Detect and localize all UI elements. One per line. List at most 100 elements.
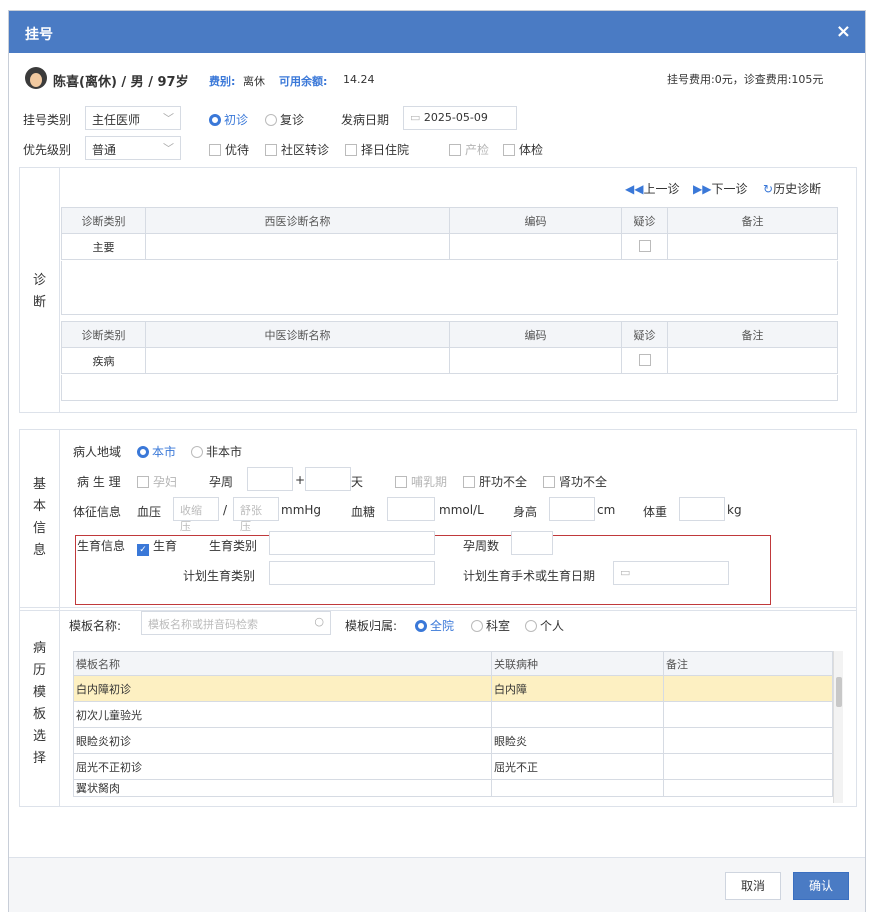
- template-search-input[interactable]: 模板名称或拼音码检索 ○: [141, 611, 331, 635]
- table-row[interactable]: 主要: [61, 233, 838, 260]
- weight-input[interactable]: [679, 497, 725, 521]
- region-other-radio[interactable]: 非本市: [191, 443, 242, 460]
- gest-day-input[interactable]: [305, 467, 351, 491]
- double-left-arrow-icon: ◀◀: [625, 182, 644, 196]
- prenatal-option-label: 产检: [465, 143, 490, 157]
- gest-week-input[interactable]: [247, 467, 293, 491]
- prev-diagnosis-button[interactable]: ◀◀上一诊: [625, 180, 679, 197]
- note-cell[interactable]: [667, 233, 838, 260]
- table-row[interactable]: 翼状胬肉: [73, 779, 833, 797]
- diagnosis-code-cell[interactable]: [449, 233, 622, 260]
- region-local-radio[interactable]: 本市: [137, 443, 176, 460]
- bp-unit: mmHg: [281, 503, 322, 517]
- registration-dialog: 挂号 × 陈喜(离休) / 男 / 97岁 费别: 离休 可用余额: 14.24…: [8, 10, 866, 912]
- chevron-down-icon: ﹀: [163, 112, 174, 125]
- diagnosis-side: 诊断: [20, 168, 60, 412]
- table-header: 模板名称 关联病种 备注: [73, 651, 833, 676]
- column-header: 诊断类别: [61, 207, 146, 234]
- column-header: 关联病种: [491, 651, 664, 676]
- radio-icon: [471, 620, 483, 632]
- template-search-placeholder: 模板名称或拼音码检索: [148, 618, 258, 631]
- physical-checkbox[interactable]: 体检: [503, 141, 543, 158]
- prenatal-checkbox[interactable]: 产检: [449, 141, 489, 158]
- scrollbar-thumb[interactable]: [836, 677, 842, 707]
- fertility-type-input[interactable]: [269, 531, 435, 555]
- checkbox-icon[interactable]: [638, 354, 651, 366]
- first-visit-radio[interactable]: 初诊: [209, 111, 248, 128]
- prev-diagnosis-label: 上一诊: [643, 182, 680, 196]
- glucose-label: 血糖: [351, 505, 376, 519]
- pregnant-checkbox[interactable]: 孕妇: [137, 473, 177, 490]
- owner-dept-radio[interactable]: 科室: [471, 617, 510, 634]
- template-owner-label: 模板归属:: [345, 619, 398, 633]
- template-note-cell: [663, 753, 833, 780]
- bp-systolic-input[interactable]: 收缩压: [173, 497, 219, 533]
- hospitalize-checkbox[interactable]: 择日住院: [345, 141, 409, 158]
- fertility-checkbox[interactable]: ✓ 生育: [137, 537, 177, 556]
- onset-date-input[interactable]: ▭ 2025-05-09: [403, 106, 517, 130]
- suspected-cell[interactable]: [621, 233, 668, 260]
- plan-date-label: 计划生育手术或生育日期: [463, 569, 596, 583]
- return-visit-radio[interactable]: 复诊: [265, 111, 304, 128]
- plan-type-input[interactable]: [269, 561, 435, 585]
- cancel-button[interactable]: 取消: [725, 872, 781, 900]
- community-option-label: 社区转诊: [281, 143, 330, 157]
- close-icon[interactable]: ×: [836, 21, 851, 42]
- confirm-button[interactable]: 确认: [793, 872, 849, 900]
- balance-value: 14.24: [343, 73, 375, 86]
- weight-label: 体重: [643, 505, 668, 519]
- owner-person-label: 个人: [540, 619, 565, 633]
- lactation-checkbox[interactable]: 哺乳期: [395, 473, 447, 490]
- table-row[interactable]: 白内障初诊 白内障: [73, 675, 833, 702]
- history-diagnosis-button[interactable]: ↻历史诊断: [763, 180, 821, 197]
- template-name-cell: 眼睑炎初诊: [73, 727, 492, 754]
- diagnosis-code-cell[interactable]: [449, 347, 622, 374]
- chinese-diagnosis-table: 诊断类别 中医诊断名称 编码 疑诊 备注 疾病: [61, 321, 838, 374]
- owner-person-radio[interactable]: 个人: [525, 617, 564, 634]
- plan-date-input[interactable]: ▭: [613, 561, 729, 585]
- search-icon[interactable]: ○: [314, 615, 324, 628]
- fee-type-value: 离休: [243, 75, 265, 88]
- glucose-input[interactable]: [387, 497, 435, 521]
- template-name-cell: 初次儿童验光: [73, 701, 492, 728]
- diagnosis-name-cell[interactable]: [145, 233, 450, 260]
- avatar: [25, 67, 47, 89]
- region-other-label: 非本市: [206, 445, 243, 459]
- priority-option-label: 优待: [225, 143, 250, 157]
- next-diagnosis-button[interactable]: ▶▶下一诊: [693, 180, 747, 197]
- table-row[interactable]: 初次儿童验光: [73, 701, 833, 728]
- radio-checked-icon: [137, 446, 149, 458]
- priority-select[interactable]: 普通 ﹀: [85, 136, 181, 160]
- column-header: 疑诊: [621, 207, 668, 234]
- calendar-icon: ▭: [410, 111, 421, 124]
- table-row[interactable]: 眼睑炎初诊 眼睑炎: [73, 727, 833, 754]
- owner-all-label: 全院: [430, 619, 455, 633]
- fertility-type-label: 生育类别: [209, 539, 258, 553]
- table-row[interactable]: 屈光不正初诊 屈光不正: [73, 753, 833, 780]
- liver-checkbox[interactable]: 肝功不全: [463, 473, 527, 490]
- plus-sign: +: [295, 473, 306, 487]
- onset-date-value: 2025-05-09: [423, 111, 488, 124]
- day-label: 天: [351, 475, 364, 489]
- table-row[interactable]: 疾病: [61, 347, 838, 374]
- suspected-cell[interactable]: [621, 347, 668, 374]
- priority-checkbox[interactable]: 优待: [209, 141, 249, 158]
- template-name-cell: 屈光不正初诊: [73, 753, 492, 780]
- community-checkbox[interactable]: 社区转诊: [265, 141, 329, 158]
- diagnosis-name-cell[interactable]: [145, 347, 450, 374]
- pregnancy-count-input[interactable]: [511, 531, 553, 555]
- owner-all-radio[interactable]: 全院: [415, 617, 454, 634]
- note-cell[interactable]: [667, 347, 838, 374]
- bp-diastolic-input[interactable]: 舒张压: [233, 497, 279, 533]
- template-scrollbar[interactable]: [833, 651, 843, 803]
- height-input[interactable]: [549, 497, 595, 521]
- onset-date-label: 发病日期: [341, 113, 390, 127]
- kidney-checkbox[interactable]: 肾功不全: [543, 473, 607, 490]
- radio-icon: [265, 114, 277, 126]
- checkbox-icon: [137, 476, 149, 488]
- western-diagnosis-empty-area: [61, 261, 838, 315]
- reg-type-select[interactable]: 主任医师 ﹀: [85, 106, 181, 130]
- radio-icon: [191, 446, 203, 458]
- checkbox-icon[interactable]: [638, 240, 651, 252]
- pregnancy-count-label: 孕周数: [463, 539, 500, 553]
